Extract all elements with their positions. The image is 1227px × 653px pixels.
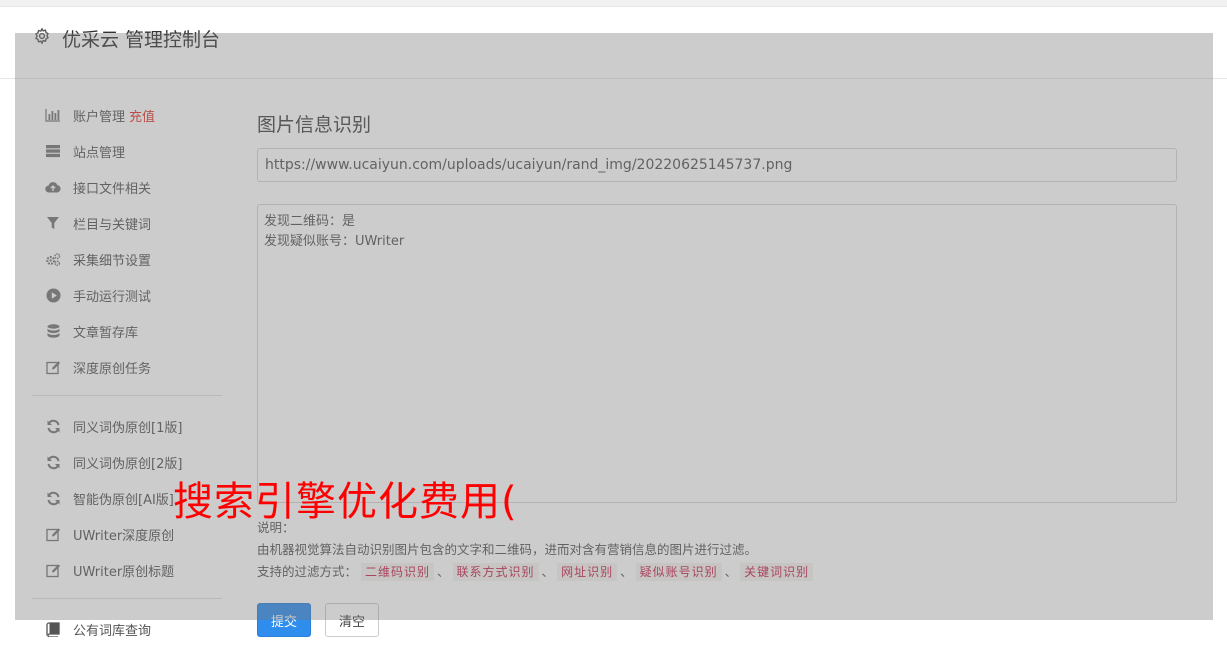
- sidebar-item-deep-original[interactable]: 深度原创任务: [32, 349, 222, 385]
- page-title: 图片信息识别: [257, 114, 372, 136]
- refresh-icon: [45, 490, 61, 506]
- filter-tag-url: 网址识别: [557, 563, 618, 581]
- tag-separator: 、: [620, 564, 633, 579]
- result-line-qrcode: 发现二维码：是: [264, 214, 356, 229]
- sidebar-item-synonym-v1[interactable]: 同义词伪原创[1版]: [32, 408, 222, 444]
- sidebar-item-label: 接口文件相关: [73, 181, 152, 197]
- sidebar-nav: 账户管理 充值 站点管理 接口文件相关 栏目与关键词 采集细节设置 手动运行测试…: [32, 97, 222, 647]
- sidebar-divider: [32, 598, 222, 599]
- watermark-text: 搜索引擎优化费用(: [173, 479, 518, 525]
- sidebar-item-label: 同义词伪原创[2版]: [73, 456, 183, 472]
- sidebar-item-sites[interactable]: 站点管理: [32, 133, 222, 169]
- sidebar-item-label: 站点管理: [73, 145, 126, 161]
- filter-tag-contact: 联系方式识别: [452, 563, 539, 581]
- sidebar-item-label: 智能伪原创[AI版]: [73, 492, 174, 508]
- sidebar-item-manual-test[interactable]: 手动运行测试: [32, 277, 222, 313]
- sidebar-item-label: 采集细节设置: [73, 253, 152, 269]
- sidebar-item-api-files[interactable]: 接口文件相关: [32, 169, 222, 205]
- sidebar-item-account[interactable]: 账户管理 充值: [32, 97, 222, 133]
- header-divider: [0, 78, 1227, 79]
- edit-icon: [45, 526, 61, 542]
- filter-tag-account: 疑似账号识别: [635, 563, 722, 581]
- gear-icon[interactable]: [33, 27, 51, 45]
- filter-tag-keyword: 关键词识别: [740, 563, 814, 581]
- clear-button[interactable]: 清空: [325, 603, 379, 637]
- sidebar-item-label: 公有词库查询: [73, 623, 152, 639]
- sidebar-item-uwriter-title[interactable]: UWriter原创标题: [32, 552, 222, 588]
- app-title: 优采云 管理控制台: [62, 29, 221, 51]
- image-url-input[interactable]: [257, 148, 1177, 182]
- sidebar-item-collect-settings[interactable]: 采集细节设置: [32, 241, 222, 277]
- notes-description: 由机器视觉算法自动识别图片包含的文字和二维码，进而对含有营销信息的图片进行过滤。: [257, 542, 758, 557]
- sidebar-item-label: 同义词伪原创[1版]: [73, 420, 183, 436]
- edit-icon: [45, 359, 61, 375]
- sidebar-item-label: 账户管理: [73, 109, 126, 125]
- sidebar-item-public-lexicon[interactable]: 公有词库查询: [32, 611, 222, 647]
- edit-icon: [45, 562, 61, 578]
- sidebar-item-label: 手动运行测试: [73, 289, 152, 305]
- database-icon: [45, 323, 61, 339]
- sidebar-item-label: 栏目与关键词: [73, 217, 152, 233]
- sidebar-divider: [32, 395, 222, 396]
- sidebar-item-label: UWriter原创标题: [73, 564, 175, 580]
- tag-separator: 、: [541, 564, 555, 579]
- recharge-link[interactable]: 充值: [129, 106, 155, 125]
- tag-separator: 、: [724, 564, 738, 579]
- filter-methods: 支持的过滤方式： 二维码识别、联系方式识别、网址识别、疑似账号识别、关键词识别: [257, 561, 814, 583]
- sidebar-item-label: 文章暂存库: [73, 325, 139, 341]
- sidebar-item-article-storage[interactable]: 文章暂存库: [32, 313, 222, 349]
- result-textarea[interactable]: 发现二维码：是 发现疑似账号：UWriter: [257, 204, 1177, 503]
- result-line-account: 发现疑似账号：UWriter: [264, 234, 405, 249]
- filter-label: 支持的过滤方式：: [257, 564, 358, 579]
- sidebar-item-columns-keywords[interactable]: 栏目与关键词: [32, 205, 222, 241]
- server-icon: [45, 143, 61, 159]
- app-header: 优采云 管理控制台: [0, 7, 1227, 79]
- cloud-upload-icon: [45, 179, 61, 195]
- cogs-icon: [45, 251, 61, 267]
- bar-chart-icon: [45, 107, 61, 123]
- refresh-icon: [45, 418, 61, 434]
- console-panel: 优采云 管理控制台 账户管理 充值 站点管理 接口文件相关 栏目与关键词 采集细…: [0, 6, 1227, 653]
- sidebar-item-label: UWriter深度原创: [73, 528, 175, 544]
- play-circle-icon: [45, 287, 61, 303]
- filter-icon: [45, 215, 61, 231]
- refresh-icon: [45, 454, 61, 470]
- sidebar-item-label: 深度原创任务: [73, 361, 152, 377]
- filter-tag-qrcode: 二维码识别: [361, 563, 435, 581]
- tag-separator: 、: [437, 564, 450, 579]
- book-icon: [45, 621, 61, 637]
- submit-button[interactable]: 提交: [257, 603, 311, 637]
